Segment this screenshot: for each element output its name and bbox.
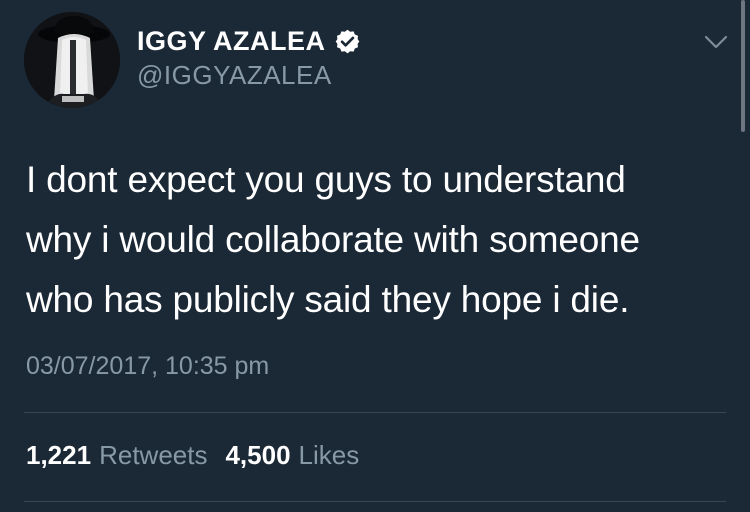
tweet-text-line: who has publicly said they hope i die. [26,279,630,320]
retweets-count: 1,221 [26,440,92,470]
avatar[interactable] [24,12,120,108]
tweet-card: IGGY AZALEA @IGGYAZALEA I dont expect yo… [0,0,750,512]
tweet-timestamp[interactable]: 03/07/2017, 10:35 pm [26,352,269,381]
tweet-text-line: I dont expect you guys to understand [26,159,626,200]
tweet-text: I dont expect you guys to understand why… [26,150,731,330]
tweet-text-line: why i would collaborate with someone [26,219,640,260]
retweets-label: Retweets [99,440,208,470]
scrollbar[interactable] [741,0,745,132]
retweets-stat[interactable]: 1,221 Retweets [26,440,207,471]
divider [24,501,726,502]
likes-count: 4,500 [225,440,291,470]
author-name-row[interactable]: IGGY AZALEA [137,24,361,58]
divider [24,412,726,413]
avatar-image [24,12,120,108]
author-handle[interactable]: @IGGYAZALEA [137,60,332,91]
verified-badge-icon [334,28,361,55]
tweet-stats: 1,221 Retweets 4,500 Likes [26,440,359,471]
chevron-down-icon[interactable] [703,32,729,52]
author-display-name[interactable]: IGGY AZALEA [137,26,326,57]
likes-stat[interactable]: 4,500 Likes [225,440,359,471]
likes-label: Likes [298,440,360,470]
